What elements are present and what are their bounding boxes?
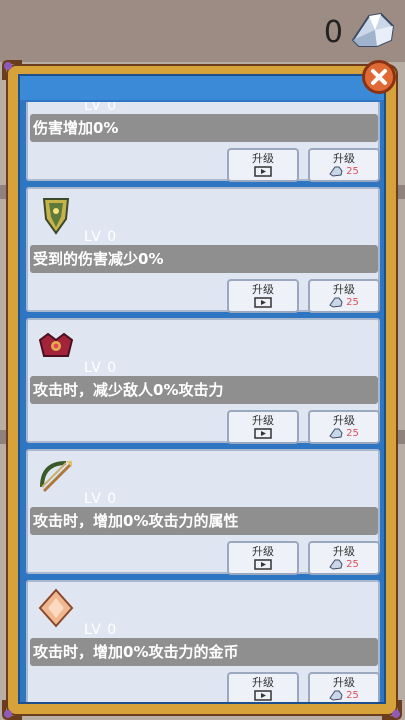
gem-count: 0 — [323, 14, 343, 50]
effect-description: 攻击时，减少敌人0%攻击力 — [30, 376, 378, 404]
upgrade-gem-button[interactable]: 升级 25 — [308, 672, 380, 702]
gem-counter: 0 — [324, 10, 397, 54]
level-label: LV 0 — [84, 491, 118, 507]
upgrade-label: 升级 — [252, 413, 274, 427]
close-x-icon — [371, 69, 387, 85]
upgrade-ad-button[interactable]: 升级 — [227, 672, 299, 702]
upgrade-ad-button[interactable]: 升级 — [227, 541, 299, 575]
upgrade-gem-button[interactable]: 升级 25 — [308, 148, 380, 182]
upgrade-ad-button[interactable]: 升级 — [227, 410, 299, 444]
upgrade-card: LV 0 伤害增加0% 升级 升级 25 — [26, 102, 380, 182]
amulet-icon — [36, 588, 76, 628]
effect-description: 攻击时，增加0%攻击力的属性 — [30, 507, 378, 535]
upgrade-label: 升级 — [252, 282, 274, 296]
effect-description: 受到的伤害减少0% — [30, 245, 378, 273]
panel-content: LV 0 伤害增加0% 升级 升级 25 LV 0 受到的伤害减少0% 升级 升… — [18, 74, 386, 704]
video-ad-icon — [254, 427, 272, 441]
upgrade-gem-button[interactable]: 升级 25 — [308, 279, 380, 313]
crossbow-icon — [36, 457, 76, 497]
upgrade-card: LV 0 受到的伤害减少0% 升级 升级 25 — [26, 187, 380, 313]
level-label: LV 0 — [84, 360, 118, 376]
upgrade-list[interactable]: LV 0 伤害增加0% 升级 升级 25 LV 0 受到的伤害减少0% 升级 升… — [26, 102, 380, 702]
upgrade-label: 升级 — [252, 675, 274, 689]
video-ad-icon — [254, 296, 272, 310]
level-label: LV 0 — [84, 622, 118, 638]
small-gem-icon — [329, 559, 343, 570]
upgrade-card: LV 0 攻击时，增加0%攻击力的属性 升级 升级 25 — [26, 449, 380, 575]
upgrade-gem-button[interactable]: 升级 25 — [308, 541, 380, 575]
upgrade-panel: LV 0 伤害增加0% 升级 升级 25 LV 0 受到的伤害减少0% 升级 升… — [2, 60, 402, 720]
upgrade-label: 升级 — [333, 675, 355, 689]
shield-icon — [36, 195, 76, 235]
bracer-icon — [36, 102, 76, 104]
small-gem-icon — [329, 690, 343, 701]
gem-cost: 25 — [346, 165, 359, 177]
gem-cost: 25 — [346, 558, 359, 570]
video-ad-icon — [254, 165, 272, 179]
crystal-gem-icon — [347, 10, 397, 54]
video-ad-icon — [254, 558, 272, 572]
upgrade-label: 升级 — [333, 544, 355, 558]
level-label: LV 0 — [84, 102, 118, 114]
level-label: LV 0 — [84, 229, 118, 245]
upgrade-card: LV 0 攻击时，减少敌人0%攻击力 升级 升级 25 — [26, 318, 380, 444]
gem-cost: 25 — [346, 689, 359, 701]
gem-cost: 25 — [346, 296, 359, 308]
upgrade-label: 升级 — [252, 544, 274, 558]
upgrade-ad-button[interactable]: 升级 — [227, 148, 299, 182]
upgrade-label: 升级 — [333, 413, 355, 427]
upgrade-gem-button[interactable]: 升级 25 — [308, 410, 380, 444]
upgrade-card: LV 0 攻击时，增加0%攻击力的金币 升级 升级 25 — [26, 580, 380, 702]
upgrade-label: 升级 — [252, 151, 274, 165]
small-gem-icon — [329, 297, 343, 308]
video-ad-icon — [254, 689, 272, 703]
panel-header-bar — [20, 76, 384, 100]
effect-description: 伤害增加0% — [30, 114, 378, 142]
small-gem-icon — [329, 428, 343, 439]
crown-gem-icon — [36, 326, 76, 366]
effect-description: 攻击时，增加0%攻击力的金币 — [30, 638, 378, 666]
gem-cost: 25 — [346, 427, 359, 439]
upgrade-label: 升级 — [333, 282, 355, 296]
small-gem-icon — [329, 166, 343, 177]
upgrade-label: 升级 — [333, 151, 355, 165]
upgrade-ad-button[interactable]: 升级 — [227, 279, 299, 313]
close-button[interactable] — [362, 60, 396, 94]
